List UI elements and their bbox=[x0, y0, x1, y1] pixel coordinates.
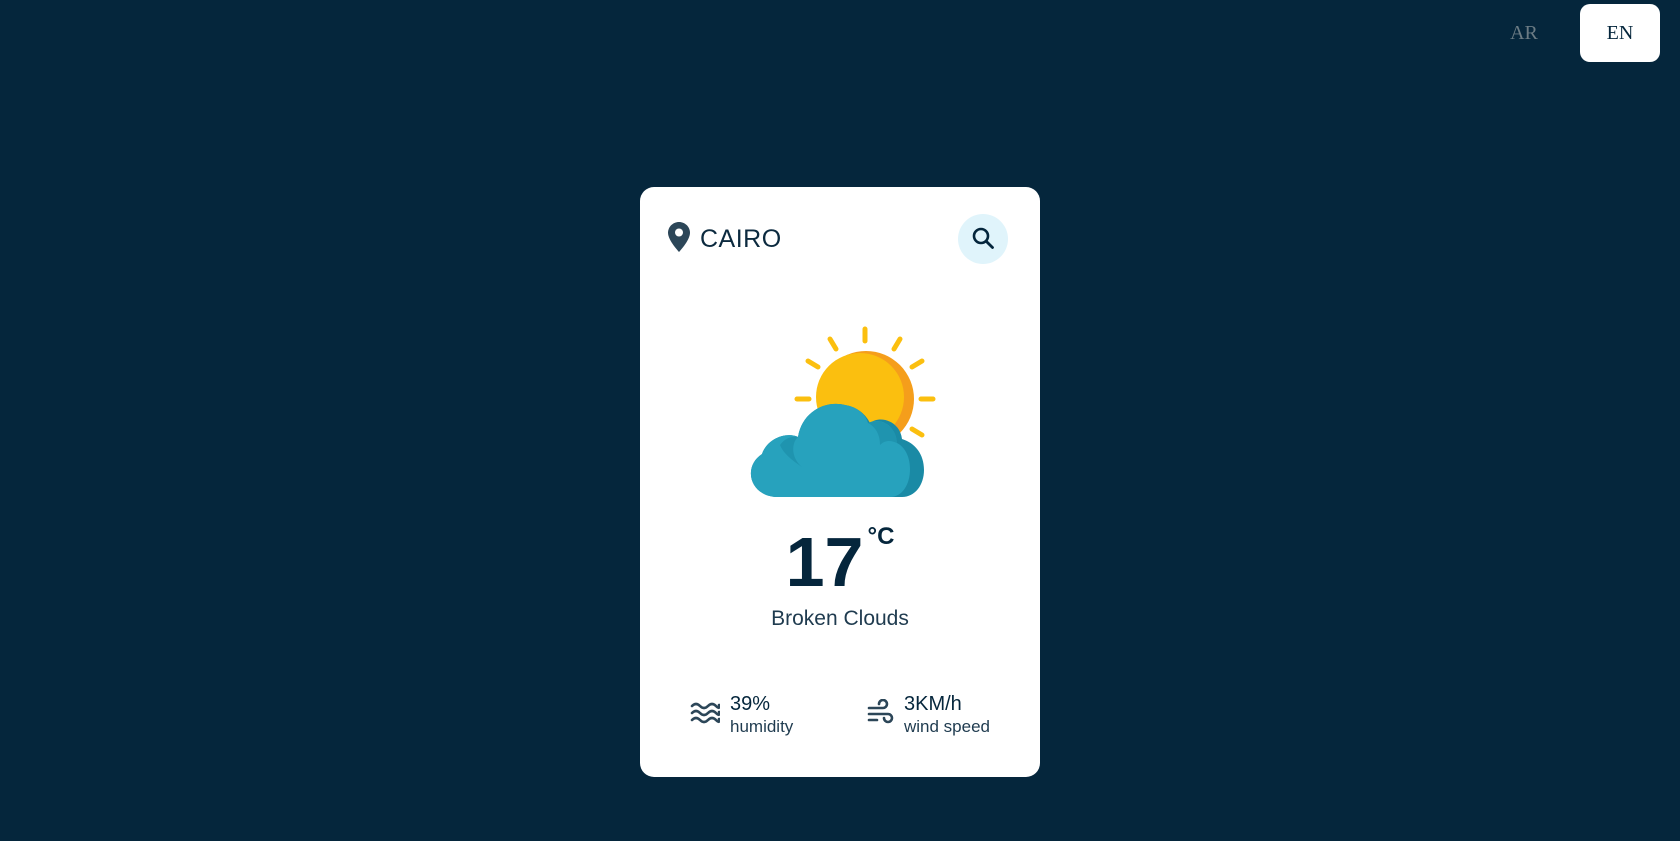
humidity-text: 39% humidity bbox=[730, 692, 793, 738]
temperature-unit: °C bbox=[867, 523, 895, 550]
card-header: CAIRO bbox=[668, 214, 1008, 264]
wind-label: wind speed bbox=[903, 717, 990, 736]
wind-icon bbox=[866, 698, 894, 732]
weather-condition: Broken Clouds bbox=[771, 607, 909, 630]
wind-value: 3KM/h bbox=[903, 693, 962, 715]
language-ar-button[interactable]: AR bbox=[1484, 4, 1564, 62]
location: CAIRO bbox=[668, 221, 782, 257]
wind-stat: 3KM/h wind speed bbox=[866, 692, 990, 738]
weather-stats: 39% humidity 3KM/h wind speed bbox=[690, 692, 990, 738]
temperature-value: 17 bbox=[785, 523, 864, 601]
search-icon bbox=[971, 226, 995, 253]
sun-behind-cloud-icon bbox=[740, 317, 940, 497]
search-button[interactable] bbox=[958, 214, 1008, 264]
temperature: 17 °C bbox=[640, 523, 1040, 601]
language-switcher: AR EN bbox=[1484, 4, 1660, 62]
humidity-label: humidity bbox=[730, 717, 794, 736]
location-pin-icon bbox=[668, 221, 690, 257]
humidity-value: 39% bbox=[730, 693, 771, 715]
city-name: CAIRO bbox=[700, 224, 782, 253]
language-en-button[interactable]: EN bbox=[1580, 4, 1660, 62]
humidity-waves-icon bbox=[690, 701, 721, 730]
wind-text: 3KM/h wind speed bbox=[904, 692, 990, 738]
humidity-stat: 39% humidity bbox=[690, 692, 793, 738]
weather-card: CAIRO 17 °C Broken Clouds 39% humidity 3… bbox=[640, 187, 1040, 777]
